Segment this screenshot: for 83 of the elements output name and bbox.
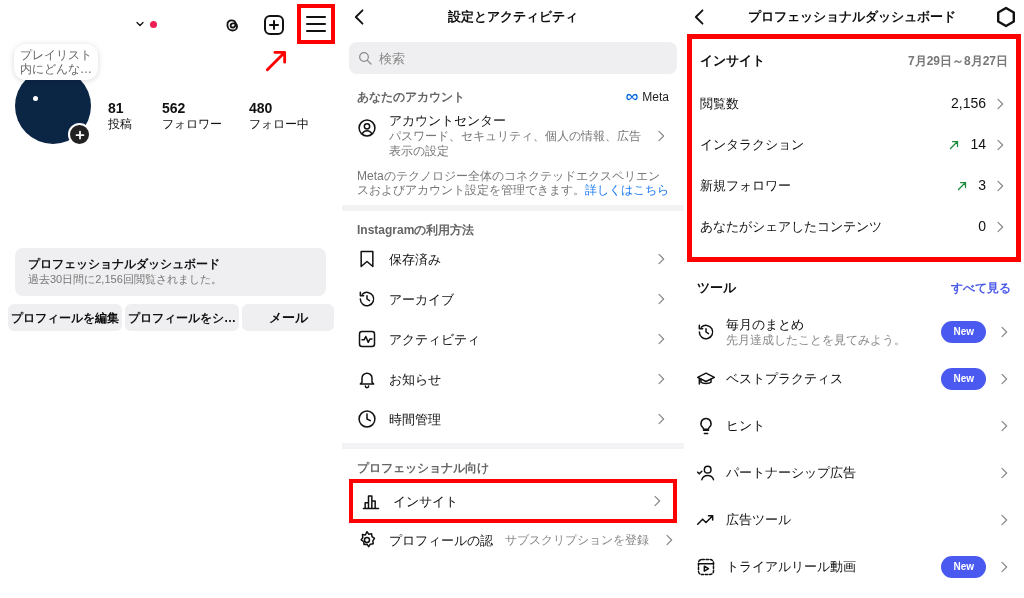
dashboard-card[interactable]: プロフェッショナルダッシュボード 過去30日間に2,156回閲覧されました。: [15, 248, 326, 296]
stat-label[interactable]: 投稿: [108, 116, 162, 132]
tool-label: ベストプラクティス: [726, 370, 844, 387]
reel-icon: [696, 556, 716, 577]
stat-label[interactable]: フォロワー: [162, 116, 249, 132]
see-all-link[interactable]: すべて見る: [951, 279, 1011, 297]
menu-item[interactable]: アクティビティ: [349, 319, 677, 359]
menu-item[interactable]: 時間管理: [349, 399, 677, 439]
tool-row[interactable]: パートナーシップ広告: [684, 449, 1024, 496]
menu-button[interactable]: [297, 4, 335, 44]
note-bubble: プレイリスト内にどんな…: [14, 44, 98, 80]
profile-button[interactable]: プロフィールを編集: [8, 304, 122, 331]
menu-item-label: アーカイブ: [389, 290, 455, 308]
tool-subtitle: 先月達成したことを見てみよう。: [726, 332, 907, 347]
menu-item-subtitle: パスワード、セキュリティ、個人の情報、広告表示の設定: [389, 129, 641, 159]
profile-button[interactable]: メール: [242, 304, 334, 331]
history-icon: [357, 289, 377, 309]
section-header: Instagramの利用方法: [357, 222, 475, 239]
clock-icon: [357, 409, 377, 429]
menu-item-label: アクティビティ: [389, 330, 481, 348]
new-post-icon[interactable]: [262, 13, 286, 37]
new-badge: New: [941, 367, 986, 390]
metric-label: あなたがシェアしたコンテンツ: [700, 217, 883, 236]
metric-row[interactable]: インタラクション 14: [700, 124, 1008, 165]
metric-row[interactable]: 新規フォロワー 3: [700, 165, 1008, 206]
menu-item-label: アカウントセンター: [389, 112, 507, 129]
screen-title: プロフェッショナルダッシュボード: [748, 8, 956, 27]
tool-row[interactable]: トライアルリール動画 New: [684, 543, 1024, 590]
metric-label: インタラクション: [700, 135, 805, 154]
new-badge: New: [941, 555, 986, 578]
profile-button[interactable]: プロフィールをシ…: [125, 304, 239, 331]
section-header: プロフェッショナル向け: [357, 460, 489, 477]
menu-item-label: 時間管理: [389, 410, 442, 428]
screen-title: 設定とアクティビティ: [448, 8, 578, 27]
metric-value: 0: [978, 217, 986, 236]
metric-value: 14: [970, 135, 986, 154]
tool-label: 広告ツール: [726, 511, 792, 528]
account-circle-icon: [357, 118, 377, 138]
tool-row[interactable]: ヒント: [684, 402, 1024, 449]
menu-item-label: プロフィールの認: [389, 531, 493, 549]
tool-label: ヒント: [726, 417, 766, 434]
menu-item[interactable]: アカウントセンター パスワード、セキュリティ、個人の情報、広告表示の設定: [349, 106, 677, 165]
tool-label: パートナーシップ広告: [726, 464, 857, 481]
account-note: Metaのテクノロジー全体のコネクテッドエクスペリエンスおよびアカウント設定を管理できます。詳しくはこちら: [356, 169, 670, 197]
menu-item[interactable]: アーカイブ: [349, 279, 677, 319]
learn-more-link[interactable]: 詳しくはこちら: [585, 183, 669, 197]
search-field[interactable]: 検索: [349, 42, 677, 74]
menu-item[interactable]: プロフィールの認 サブスクリプションを登録: [349, 525, 677, 555]
metric-label: 閲覧数: [700, 94, 740, 113]
menu-item-label: インサイト: [393, 492, 459, 510]
section-header: あなたのアカウント: [357, 89, 465, 106]
tool-row[interactable]: 毎月のまとめ 先月達成したことを見てみよう。 New: [684, 308, 1024, 355]
stat-count[interactable]: 480: [249, 100, 329, 116]
card-title: プロフェッショナルダッシュボード: [28, 257, 221, 272]
metric-row[interactable]: 閲覧数 2,156: [700, 83, 1008, 124]
menu-item[interactable]: インサイト: [349, 479, 677, 523]
section-header: ツール: [697, 279, 736, 298]
bookmark-icon: [357, 249, 377, 269]
search-icon: [357, 50, 373, 66]
new-badge: New: [941, 320, 986, 343]
stat-count[interactable]: 81: [108, 100, 162, 116]
tool-row[interactable]: ベストプラクティス New: [684, 355, 1024, 402]
metric-value: 3: [978, 176, 986, 195]
menu-item[interactable]: 保存済み: [349, 239, 677, 279]
tool-label: トライアルリール動画: [726, 558, 857, 575]
tool-label: 毎月のまとめ: [726, 316, 805, 333]
menu-item-label: 保存済み: [389, 250, 442, 268]
menu-item-label: お知らせ: [389, 370, 442, 388]
menu-item-value: サブスクリプションを登録: [505, 532, 649, 549]
activity-icon: [357, 329, 377, 349]
date-range: 7月29日～8月27日: [907, 53, 1008, 70]
infinity-logo-icon: [624, 91, 641, 103]
metric-label: 新規フォロワー: [700, 176, 792, 195]
metric-row[interactable]: あなたがシェアしたコンテンツ 0: [700, 206, 1008, 247]
plus-icon: [73, 128, 86, 141]
insights-title: インサイト: [700, 52, 765, 71]
stat-label[interactable]: フォロー中: [249, 116, 329, 132]
brand-name: Meta: [642, 89, 669, 106]
stat-count[interactable]: 562: [162, 100, 249, 116]
card-subtitle: 過去30日間に2,156回閲覧されました。: [28, 272, 223, 286]
tool-row[interactable]: 広告ツール: [684, 496, 1024, 543]
menu-item[interactable]: お知らせ: [349, 359, 677, 399]
metric-value: 2,156: [950, 94, 986, 113]
